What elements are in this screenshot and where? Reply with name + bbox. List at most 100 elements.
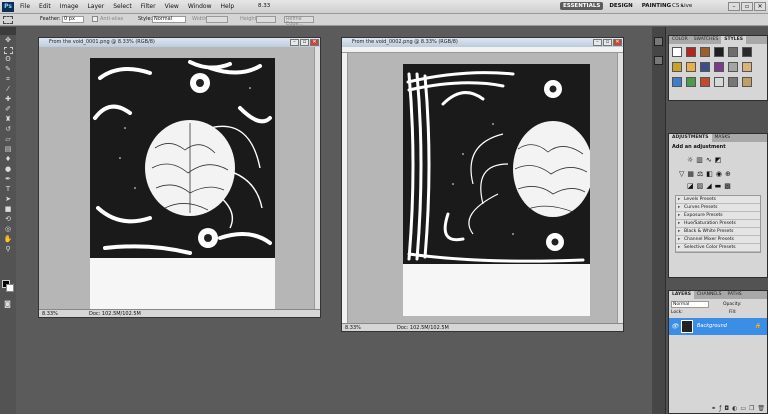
hue-saturation-icon[interactable]: ▦ — [687, 170, 694, 178]
style-swatch[interactable] — [728, 62, 738, 72]
posterize-icon[interactable]: ▨ — [697, 182, 704, 190]
style-swatch[interactable] — [728, 47, 738, 57]
tab-layers[interactable]: LAYERS — [669, 291, 694, 299]
preset-selective-color[interactable]: Selective Color Presets — [676, 244, 760, 252]
doc-close-button[interactable]: ✕ — [613, 39, 622, 46]
history-panel-icon[interactable] — [654, 37, 663, 46]
menu-layer[interactable]: Layer — [87, 3, 104, 10]
layer-row-background[interactable]: 👁 Background 🔒 — [669, 318, 767, 335]
marquee-tool-icon[interactable] — [3, 16, 13, 24]
tab-adjustments[interactable]: ADJUSTMENTS — [669, 134, 712, 142]
feather-input[interactable]: 0 px — [62, 16, 84, 23]
artwork-canvas[interactable] — [403, 64, 590, 316]
artwork-canvas[interactable] — [90, 58, 275, 310]
document-title-bar[interactable]: From the void_0001.png @ 8.33% (RGB/8) –… — [39, 38, 320, 47]
color-balance-icon[interactable]: ⚖ — [697, 170, 703, 178]
invert-icon[interactable]: ◪ — [687, 182, 694, 190]
tab-color[interactable]: COLOR — [669, 36, 691, 44]
type-tool-icon[interactable]: T — [3, 185, 14, 194]
delete-layer-icon[interactable]: 🗑 — [757, 405, 765, 412]
new-layer-icon[interactable]: ❐ — [749, 405, 754, 412]
brightness-icon[interactable]: ☼ — [687, 156, 693, 164]
preset-exposure[interactable]: Exposure Presets — [676, 212, 760, 220]
path-select-tool-icon[interactable]: ➤ — [3, 195, 14, 204]
style-swatch[interactable] — [700, 47, 710, 57]
stamp-tool-icon[interactable]: ♜ — [3, 115, 14, 124]
shape-tool-icon[interactable]: ■ — [3, 205, 14, 214]
vertical-ruler[interactable] — [342, 53, 348, 324]
quick-select-tool-icon[interactable]: ✎ — [3, 65, 14, 74]
menu-edit[interactable]: Edit — [39, 3, 51, 10]
vibrance-icon[interactable]: ▽ — [679, 170, 684, 178]
menu-view[interactable]: View — [165, 3, 179, 10]
doc-maximize-button[interactable]: ▫ — [300, 39, 309, 46]
style-swatch[interactable] — [742, 47, 752, 57]
style-swatch[interactable] — [700, 62, 710, 72]
levels-icon[interactable]: ▥ — [696, 156, 703, 164]
zoom-percentage[interactable]: 8.33% — [345, 324, 361, 332]
style-swatch[interactable] — [700, 77, 710, 87]
width-input[interactable] — [206, 16, 228, 23]
blur-tool-icon[interactable]: ♦ — [3, 155, 14, 164]
refine-edge-button[interactable]: Refine Edge... — [284, 16, 314, 27]
style-swatch[interactable] — [714, 62, 724, 72]
preset-channel-mixer[interactable]: Channel Mixer Presets — [676, 236, 760, 244]
dodge-tool-icon[interactable]: ● — [3, 165, 14, 174]
workspace-essentials[interactable]: ESSENTIALS — [560, 2, 604, 10]
tab-masks[interactable]: MASKS — [712, 134, 734, 142]
menu-help[interactable]: Help — [221, 3, 235, 10]
document-window-2[interactable]: From the void_0002.png @ 8.33% (RGB/8) –… — [341, 37, 624, 332]
menu-filter[interactable]: Filter — [141, 3, 156, 10]
style-swatch[interactable] — [686, 77, 696, 87]
lasso-tool-icon[interactable]: ʘ — [3, 55, 14, 64]
marquee-tool-icon[interactable] — [3, 47, 13, 54]
preset-hue-saturation[interactable]: Hue/Saturation Presets — [676, 220, 760, 228]
new-adjustment-icon[interactable]: ◐ — [732, 405, 737, 412]
height-input[interactable] — [256, 16, 276, 23]
style-swatch[interactable] — [714, 77, 724, 87]
layer-name[interactable]: Background — [697, 323, 727, 329]
visibility-eye-icon[interactable]: 👁 — [671, 323, 679, 330]
document-title-bar[interactable]: From the void_0002.png @ 8.33% (RGB/8) –… — [342, 38, 623, 47]
tab-channels[interactable]: CHANNELS — [694, 291, 725, 299]
selective-color-icon[interactable]: ▩ — [724, 182, 731, 190]
gradient-map-icon[interactable]: ▬ — [715, 182, 722, 190]
crop-tool-icon[interactable]: ⌗ — [3, 75, 14, 84]
new-group-icon[interactable]: ▭ — [740, 405, 746, 412]
maximize-button[interactable]: ▫ — [741, 2, 753, 11]
style-swatch[interactable] — [742, 62, 752, 72]
menu-select[interactable]: Select — [113, 3, 132, 10]
cs-live-button[interactable]: CS Live — [672, 3, 692, 9]
link-layers-icon[interactable]: ⚭ — [711, 405, 716, 412]
tab-paths[interactable]: PATHS — [725, 291, 745, 299]
doc-minimize-button[interactable]: – — [290, 39, 299, 46]
style-swatch[interactable] — [714, 47, 724, 57]
history-brush-tool-icon[interactable]: ↺ — [3, 125, 14, 134]
photo-filter-icon[interactable]: ◉ — [716, 170, 722, 178]
blend-mode-select[interactable]: Normal — [671, 301, 709, 308]
brush-panel-icon[interactable] — [654, 56, 663, 65]
zoom-tool-icon[interactable]: ⚲ — [3, 245, 14, 254]
menu-image[interactable]: Image — [60, 3, 79, 10]
hand-tool-icon[interactable]: ✋ — [3, 235, 14, 244]
tab-styles[interactable]: STYLES — [721, 36, 746, 44]
style-swatch[interactable] — [686, 62, 696, 72]
style-swatch[interactable] — [728, 77, 738, 87]
3d-orbit-tool-icon[interactable]: ◎ — [3, 225, 14, 234]
style-swatch[interactable] — [742, 77, 752, 87]
quick-mask-icon[interactable]: ◙ — [2, 300, 13, 309]
curves-icon[interactable]: ∿ — [706, 156, 712, 164]
pen-tool-icon[interactable]: ✒ — [3, 175, 14, 184]
move-tool-icon[interactable]: ✥ — [3, 36, 14, 45]
brush-tool-icon[interactable]: ✐ — [3, 105, 14, 114]
antialias-checkbox[interactable] — [92, 16, 98, 22]
zoom-percentage[interactable]: 8.33% — [42, 310, 58, 318]
style-swatch[interactable] — [686, 47, 696, 57]
add-mask-icon[interactable]: ◘ — [724, 405, 729, 412]
preset-levels[interactable]: Levels Presets — [676, 196, 760, 204]
style-swatch[interactable] — [672, 47, 682, 57]
eyedropper-tool-icon[interactable]: ⁄ — [3, 85, 14, 94]
preset-curves[interactable]: Curves Presets — [676, 204, 760, 212]
close-button[interactable]: ✕ — [754, 2, 766, 11]
black-white-icon[interactable]: ◧ — [706, 170, 713, 178]
